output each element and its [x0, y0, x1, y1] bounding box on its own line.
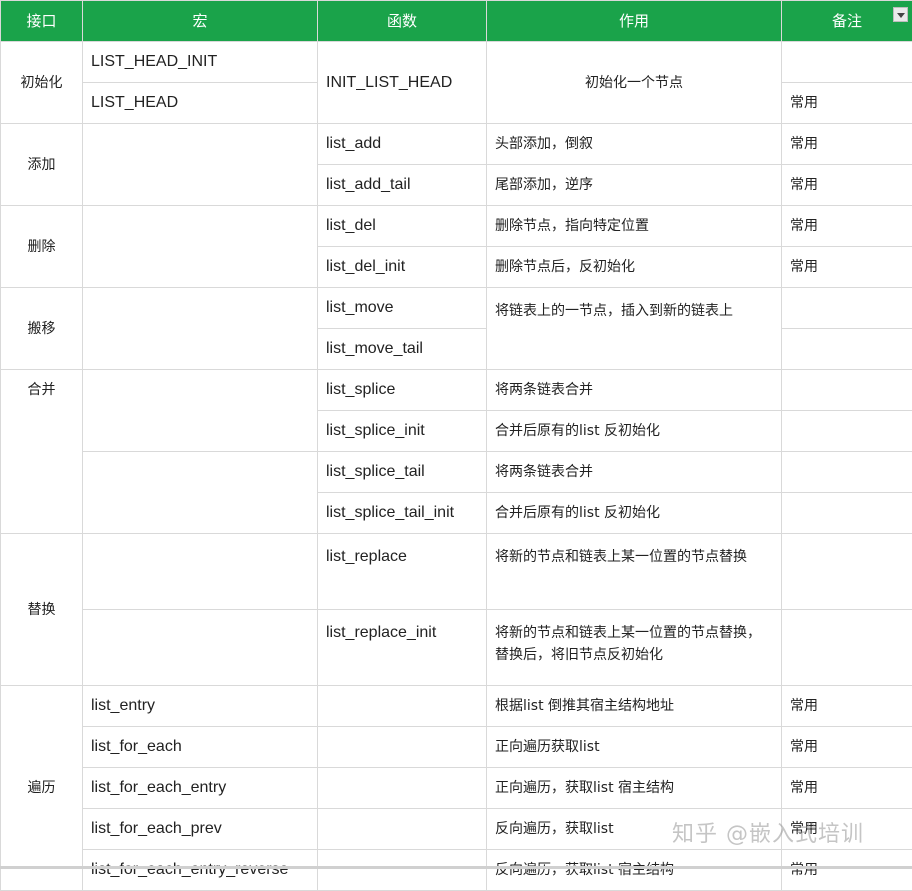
function-cell [318, 686, 487, 727]
interface-move: 搬移 [1, 288, 83, 370]
function-cell: list_splice_tail_init [318, 493, 487, 534]
header-note: 备注 [782, 1, 912, 42]
function-cell: list_move_tail [318, 329, 487, 370]
interface-init: 初始化 [1, 42, 83, 124]
watermark: 知乎 @嵌入式培训 [672, 816, 864, 848]
note-cell: 常用 [782, 83, 912, 124]
table-row: list_for_each_entry 正向遍历，获取list 宿主结构 常用 [1, 768, 912, 809]
note-cell: 常用 [782, 686, 912, 727]
macro-cell [83, 288, 318, 370]
note-cell [782, 370, 912, 411]
function-cell [318, 768, 487, 809]
interface-del: 删除 [1, 206, 83, 288]
usage-cell: 将链表上的一节点，插入到新的链表上 [487, 288, 782, 370]
table-row: list_replace_init 将新的节点和链表上某一位置的节点替换，替换后… [1, 610, 912, 686]
macro-cell [83, 534, 318, 610]
dropdown-arrow-icon[interactable] [893, 7, 908, 22]
table-row: 搬移 list_move 将链表上的一节点，插入到新的链表上 [1, 288, 912, 329]
function-cell: list_replace [318, 534, 487, 610]
function-cell: list_del [318, 206, 487, 247]
note-cell: 常用 [782, 768, 912, 809]
macro-cell [83, 124, 318, 206]
usage-cell: 合并后原有的list 反初始化 [487, 411, 782, 452]
usage-cell: 将两条链表合并 [487, 370, 782, 411]
usage-cell: 删除节点，指向特定位置 [487, 206, 782, 247]
usage-cell: 删除节点后，反初始化 [487, 247, 782, 288]
function-cell: list_replace_init [318, 610, 487, 686]
note-cell: 常用 [782, 206, 912, 247]
function-cell: list_move [318, 288, 487, 329]
function-cell: list_add_tail [318, 165, 487, 206]
note-cell [782, 452, 912, 493]
note-cell [782, 288, 912, 329]
function-cell: list_splice_init [318, 411, 487, 452]
note-cell [782, 411, 912, 452]
macro-cell: LIST_HEAD [83, 83, 318, 124]
function-cell [318, 850, 487, 891]
table-row: list_for_each 正向遍历获取list 常用 [1, 727, 912, 768]
interface-add: 添加 [1, 124, 83, 206]
usage-cell: 反向遍历，获取list 宿主结构 [487, 850, 782, 891]
macro-cell: list_for_each_entry [83, 768, 318, 809]
usage-cell: 初始化一个节点 [487, 42, 782, 124]
table-row: 遍历 list_entry 根据list 倒推其宿主结构地址 常用 [1, 686, 912, 727]
api-table: 接口 宏 函数 作用 备注 初始化 LIST_HEAD_INIT INIT_LI… [0, 0, 912, 891]
header-row: 接口 宏 函数 作用 备注 [1, 1, 912, 42]
usage-cell: 根据list 倒推其宿主结构地址 [487, 686, 782, 727]
table-row: 初始化 LIST_HEAD_INIT INIT_LIST_HEAD 初始化一个节… [1, 42, 912, 83]
usage-cell: 正向遍历，获取list 宿主结构 [487, 768, 782, 809]
function-cell: list_splice_tail [318, 452, 487, 493]
note-cell [782, 42, 912, 83]
usage-cell: 将两条链表合并 [487, 452, 782, 493]
table-row: 合并 list_splice 将两条链表合并 [1, 370, 912, 411]
header-note-label: 备注 [832, 12, 862, 30]
note-cell [782, 493, 912, 534]
macro-cell [83, 452, 318, 534]
usage-cell: 将新的节点和链表上某一位置的节点替换，替换后，将旧节点反初始化 [487, 610, 782, 686]
note-cell [782, 610, 912, 686]
macro-cell [83, 610, 318, 686]
interface-iterate: 遍历 [1, 686, 83, 891]
table-row: list_for_each_entry_reverse 反向遍历，获取list … [1, 850, 912, 891]
usage-cell: 尾部添加，逆序 [487, 165, 782, 206]
note-cell: 常用 [782, 850, 912, 891]
table-row: 添加 list_add 头部添加，倒叙 常用 [1, 124, 912, 165]
function-cell: list_del_init [318, 247, 487, 288]
macro-cell: list_entry [83, 686, 318, 727]
header-interface: 接口 [1, 1, 83, 42]
note-cell: 常用 [782, 727, 912, 768]
note-cell: 常用 [782, 124, 912, 165]
function-cell [318, 809, 487, 850]
note-cell [782, 329, 912, 370]
usage-cell: 合并后原有的list 反初始化 [487, 493, 782, 534]
header-function: 函数 [318, 1, 487, 42]
note-cell: 常用 [782, 247, 912, 288]
usage-cell: 头部添加，倒叙 [487, 124, 782, 165]
function-cell: INIT_LIST_HEAD [318, 42, 487, 124]
note-cell: 常用 [782, 165, 912, 206]
usage-cell: 正向遍历获取list [487, 727, 782, 768]
interface-replace: 替换 [1, 534, 83, 686]
function-cell [318, 727, 487, 768]
macro-cell: list_for_each [83, 727, 318, 768]
interface-splice: 合并 [1, 370, 83, 534]
table-row: list_splice_tail 将两条链表合并 [1, 452, 912, 493]
macro-cell [83, 370, 318, 452]
function-cell: list_splice [318, 370, 487, 411]
header-usage: 作用 [487, 1, 782, 42]
header-macro: 宏 [83, 1, 318, 42]
macro-cell: list_for_each_entry_reverse [83, 850, 318, 891]
table-row: 删除 list_del 删除节点，指向特定位置 常用 [1, 206, 912, 247]
table-row: 替换 list_replace 将新的节点和链表上某一位置的节点替换 [1, 534, 912, 610]
note-cell [782, 534, 912, 610]
function-cell: list_add [318, 124, 487, 165]
macro-cell [83, 206, 318, 288]
usage-cell: 将新的节点和链表上某一位置的节点替换 [487, 534, 782, 610]
macro-cell: LIST_HEAD_INIT [83, 42, 318, 83]
macro-cell: list_for_each_prev [83, 809, 318, 850]
